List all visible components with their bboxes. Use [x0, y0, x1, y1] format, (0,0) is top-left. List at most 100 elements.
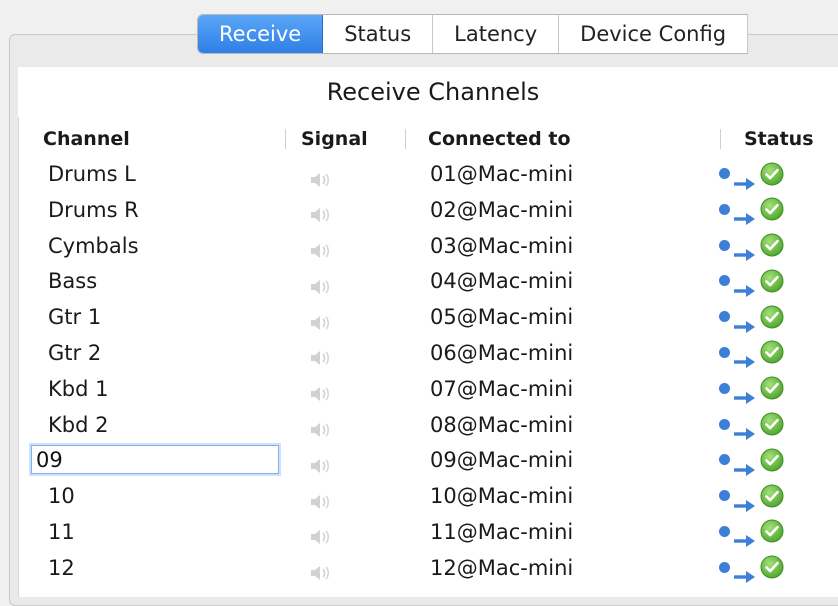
status-cell: [719, 193, 819, 229]
table-row[interactable]: 09@Mac-mini: [19, 443, 838, 479]
signal-cell: [309, 372, 335, 408]
signal-cell: [309, 229, 335, 265]
status-cell: [719, 479, 819, 515]
arrow-right-icon: [733, 310, 757, 333]
section-title: Receive Channels: [18, 67, 838, 118]
table-row[interactable]: 11 11@Mac-mini: [19, 515, 838, 551]
receive-channels-table: Channel Signal Connected to Status Drums…: [18, 117, 838, 597]
table-row[interactable]: Gtr 1 05@Mac-mini: [19, 300, 838, 336]
check-circle-icon: [760, 305, 784, 329]
connected-to[interactable]: 06@Mac-mini: [430, 336, 573, 372]
signal-cell: [309, 264, 335, 300]
check-circle-icon: [760, 448, 784, 472]
channel-name[interactable]: 10: [48, 479, 75, 515]
table-row[interactable]: Drums R 02@Mac-mini: [19, 193, 838, 229]
signal-cell: [309, 193, 335, 229]
table-header: Channel Signal Connected to Status: [19, 121, 838, 157]
connected-to[interactable]: 11@Mac-mini: [430, 515, 573, 551]
status-dot-icon: [719, 382, 730, 394]
column-header-status[interactable]: Status: [744, 121, 814, 157]
speaker-icon: [309, 236, 331, 259]
check-circle-icon: [760, 376, 784, 400]
column-header-signal[interactable]: Signal: [301, 121, 368, 157]
check-circle-icon: [760, 340, 784, 364]
channel-name[interactable]: Drums R: [48, 193, 139, 229]
status-cell: [719, 372, 819, 408]
channel-name[interactable]: Bass: [48, 264, 97, 300]
table-row[interactable]: Kbd 1 07@Mac-mini: [19, 372, 838, 408]
channel-name[interactable]: Drums L: [48, 157, 136, 193]
signal-cell: [309, 479, 335, 515]
status-cell: [719, 443, 819, 479]
status-dot-icon: [719, 346, 730, 358]
status-dot-icon: [719, 454, 730, 466]
column-divider: [285, 129, 286, 149]
speaker-icon: [309, 343, 331, 366]
channel-name[interactable]: Kbd 1: [48, 372, 108, 408]
tab-receive[interactable]: Receive: [198, 15, 324, 53]
signal-cell: [309, 300, 335, 336]
column-header-channel[interactable]: Channel: [43, 121, 130, 157]
column-divider: [720, 129, 721, 149]
table-row[interactable]: Cymbals 03@Mac-mini: [19, 229, 838, 265]
table-row[interactable]: Gtr 2 06@Mac-mini: [19, 336, 838, 372]
speaker-icon: [309, 415, 331, 438]
connected-to[interactable]: 02@Mac-mini: [430, 193, 573, 229]
status-dot-icon: [719, 490, 730, 502]
channel-name[interactable]: 11: [48, 515, 75, 551]
channel-name[interactable]: Gtr 1: [48, 300, 101, 336]
status-dot-icon: [719, 203, 730, 215]
speaker-icon: [309, 522, 331, 545]
channel-name[interactable]: 12: [48, 551, 75, 587]
channel-name[interactable]: Kbd 2: [48, 408, 108, 444]
connected-to[interactable]: 04@Mac-mini: [430, 264, 573, 300]
arrow-right-icon: [733, 381, 757, 405]
connected-to[interactable]: 09@Mac-mini: [430, 443, 573, 479]
tab-device-config[interactable]: Device Config: [559, 15, 749, 53]
check-circle-icon: [760, 555, 784, 579]
speaker-icon: [309, 379, 331, 402]
connected-to[interactable]: 05@Mac-mini: [430, 300, 573, 336]
arrow-right-icon: [733, 167, 757, 190]
channel-name-input[interactable]: [31, 445, 279, 475]
check-circle-icon: [760, 484, 784, 508]
column-divider: [405, 129, 406, 149]
speaker-icon: [309, 308, 331, 330]
connected-to[interactable]: 08@Mac-mini: [430, 408, 573, 444]
connected-to[interactable]: 03@Mac-mini: [430, 229, 573, 265]
connected-to[interactable]: 07@Mac-mini: [430, 372, 573, 408]
table-body: Drums L 01@Mac-mini Drums R 02@Mac-mini Cymb…: [19, 157, 838, 587]
column-header-connected-to[interactable]: Connected to: [428, 121, 571, 157]
channel-name[interactable]: Gtr 2: [48, 336, 101, 372]
signal-cell: [309, 157, 335, 193]
status-cell: [719, 264, 819, 300]
arrow-right-icon: [733, 560, 757, 584]
signal-cell: [309, 515, 335, 551]
arrow-right-icon: [733, 489, 757, 512]
connected-to[interactable]: 12@Mac-mini: [430, 551, 573, 587]
channel-name[interactable]: Cymbals: [48, 229, 139, 265]
table-row[interactable]: Bass 04@Mac-mini: [19, 264, 838, 300]
table-row[interactable]: Drums L 01@Mac-mini: [19, 157, 838, 193]
tab-latency[interactable]: Latency: [433, 15, 560, 53]
table-row[interactable]: Kbd 2 08@Mac-mini: [19, 408, 838, 444]
table-row[interactable]: 10 10@Mac-mini: [19, 479, 838, 515]
arrow-right-icon: [733, 417, 757, 441]
status-cell: [719, 229, 819, 265]
tab-status[interactable]: Status: [323, 15, 434, 53]
table-row[interactable]: 12 12@Mac-mini: [19, 551, 838, 587]
check-circle-icon: [760, 197, 784, 221]
speaker-icon: [309, 272, 331, 294]
status-cell: [719, 551, 819, 587]
signal-cell: [309, 551, 335, 587]
arrow-right-icon: [733, 345, 757, 369]
signal-cell: [309, 443, 335, 479]
connected-to[interactable]: 01@Mac-mini: [430, 157, 573, 193]
status-dot-icon: [719, 418, 730, 430]
tab-bar: Receive Status Latency Device Config: [197, 14, 749, 54]
arrow-right-icon: [733, 453, 757, 476]
status-dot-icon: [719, 525, 730, 537]
connected-to[interactable]: 10@Mac-mini: [430, 479, 573, 515]
status-dot-icon: [719, 561, 730, 573]
signal-cell: [309, 336, 335, 372]
